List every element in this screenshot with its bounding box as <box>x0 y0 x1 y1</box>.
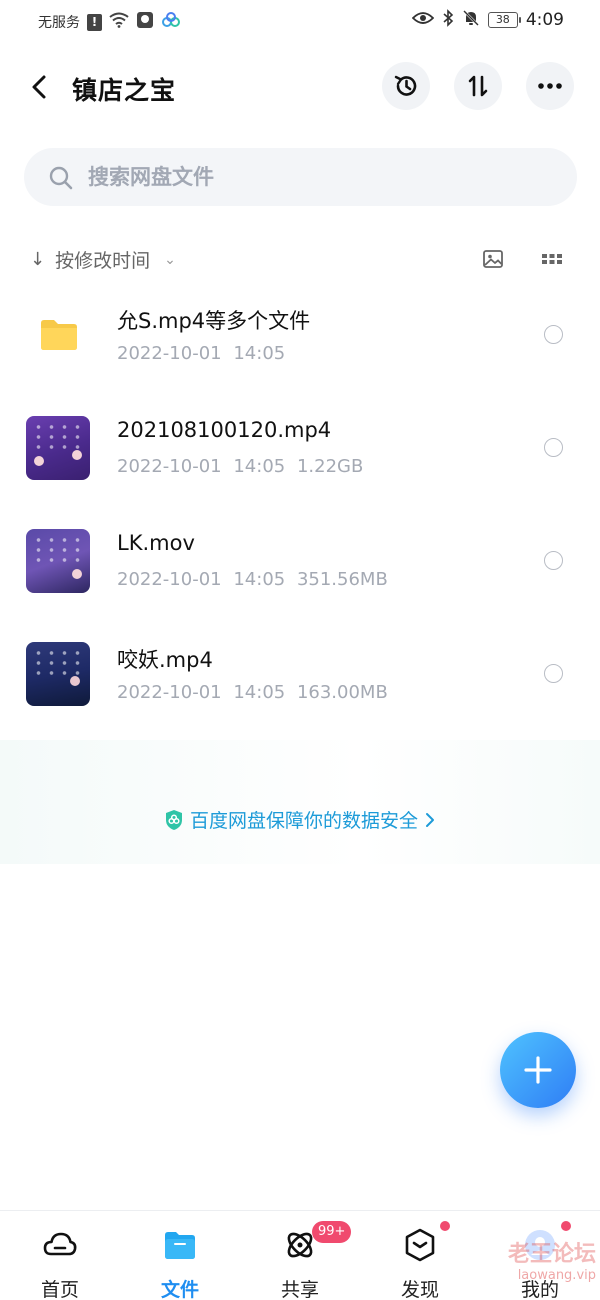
select-radio[interactable] <box>544 664 563 683</box>
transfer-button[interactable] <box>454 62 502 110</box>
file-meta: 2022-10-01 14:05 163.00MB <box>117 682 388 703</box>
security-text: 百度网盘保障你的数据安全 <box>189 810 418 832</box>
folder-icon <box>41 320 77 350</box>
status-bar: 无服务 ! 38 4:09 <box>0 0 600 42</box>
file-name: 咬妖.mp4 <box>117 648 213 672</box>
file-time: 14:05 <box>233 682 286 703</box>
file-meta: 2022-10-01 14:05 <box>117 343 285 364</box>
avatar <box>525 1230 555 1260</box>
search-icon <box>49 166 73 190</box>
nav-label: 首页 <box>40 1279 79 1300</box>
file-size: 351.56MB <box>296 569 388 590</box>
select-radio[interactable] <box>544 325 563 344</box>
sort-row: ↓ 按修改时间 ⌄ <box>0 240 600 280</box>
nav-label: 我的 <box>520 1279 559 1300</box>
clock-text: 4:09 <box>525 10 564 30</box>
sort-label: 按修改时间 <box>55 250 151 272</box>
sort-button[interactable]: ↓ 按修改时间 ⌄ <box>30 246 176 273</box>
file-row-folder[interactable]: 允S.mp4等多个文件 2022-10-01 14:05 <box>0 283 600 396</box>
shield-icon <box>165 809 182 830</box>
chevron-left-icon <box>32 75 46 99</box>
plus-icon <box>524 1056 552 1084</box>
share-count-badge: 99+ <box>312 1221 352 1243</box>
folder-icon <box>165 1232 195 1259</box>
nav-discover[interactable]: 发现 <box>360 1211 480 1300</box>
bottom-nav: 首页 文件 共享 99+ 发现 我的 <box>0 1210 600 1300</box>
file-meta: 2022-10-01 14:05 1.22GB <box>117 456 363 477</box>
up-down-arrows-icon <box>468 75 488 97</box>
back-button[interactable] <box>26 72 54 102</box>
add-button[interactable] <box>500 1032 576 1108</box>
image-icon <box>483 250 503 268</box>
security-banner: 百度网盘保障你的数据安全 <box>0 740 600 864</box>
discover-red-dot <box>440 1221 450 1231</box>
file-row-video[interactable]: LK.mov 2022-10-01 14:05 351.56MB <box>0 509 600 622</box>
file-size: 163.00MB <box>296 682 388 703</box>
status-left: 无服务 ! <box>38 11 181 33</box>
file-time: 14:05 <box>233 456 286 477</box>
file-date: 2022-10-01 <box>117 569 222 590</box>
file-time: 14:05 <box>233 343 286 364</box>
search-bar[interactable] <box>24 148 577 206</box>
file-size: 1.22GB <box>296 456 364 477</box>
select-radio[interactable] <box>544 551 563 570</box>
nav-label: 共享 <box>280 1279 319 1300</box>
video-thumbnail <box>26 416 90 480</box>
status-right: 38 4:09 <box>411 9 564 31</box>
header: 镇店之宝 <box>0 58 600 118</box>
mine-red-dot <box>561 1221 571 1231</box>
wifi-icon <box>109 12 129 32</box>
sort-down-arrow-icon: ↓ <box>30 249 46 270</box>
history-icon <box>394 75 417 96</box>
sim-alert-icon: ! <box>87 13 102 31</box>
file-list: 允S.mp4等多个文件 2022-10-01 14:05 20210810012… <box>0 283 600 735</box>
file-row-video[interactable]: 202108100120.mp4 2022-10-01 14:05 1.22GB <box>0 396 600 509</box>
carrier-text: 无服务 <box>38 15 80 31</box>
grid-view-button[interactable] <box>541 248 567 274</box>
security-link[interactable]: 百度网盘保障你的数据安全 <box>0 806 600 833</box>
more-dots-icon <box>538 83 562 89</box>
file-name: LK.mov <box>117 531 195 555</box>
battery-indicator: 38 <box>487 12 521 28</box>
nav-label: 文件 <box>160 1279 199 1300</box>
baidu-cloud-status-icon <box>161 12 181 32</box>
more-button[interactable] <box>526 62 574 110</box>
file-meta: 2022-10-01 14:05 351.56MB <box>117 569 388 590</box>
discover-cube-icon <box>405 1228 435 1262</box>
grid-icon <box>542 254 562 264</box>
nav-home[interactable]: 首页 <box>0 1211 120 1300</box>
chevron-right-icon <box>426 812 434 827</box>
select-radio[interactable] <box>544 438 563 457</box>
file-row-video[interactable]: 咬妖.mp4 2022-10-01 14:05 163.00MB <box>0 622 600 735</box>
nav-files[interactable]: 文件 <box>120 1211 240 1300</box>
eye-icon <box>411 11 435 29</box>
file-name: 202108100120.mp4 <box>117 418 332 442</box>
file-time: 14:05 <box>233 569 286 590</box>
bluetooth-icon <box>442 9 454 31</box>
file-date: 2022-10-01 <box>117 456 222 477</box>
chevron-down-icon: ⌄ <box>164 251 176 268</box>
file-date: 2022-10-01 <box>117 682 222 703</box>
image-view-button[interactable] <box>482 248 508 274</box>
nav-mine[interactable]: 我的 <box>480 1211 600 1300</box>
video-thumbnail <box>26 529 90 593</box>
file-name: 允S.mp4等多个文件 <box>117 309 311 333</box>
history-button[interactable] <box>382 62 430 110</box>
search-input[interactable] <box>88 148 548 206</box>
video-thumbnail <box>26 642 90 706</box>
nav-label: 发现 <box>400 1279 439 1300</box>
file-date: 2022-10-01 <box>117 343 222 364</box>
page-title: 镇店之宝 <box>72 76 177 105</box>
app-notification-icon <box>136 11 154 33</box>
cloud-home-icon <box>43 1232 77 1256</box>
mute-bell-icon <box>462 9 480 31</box>
